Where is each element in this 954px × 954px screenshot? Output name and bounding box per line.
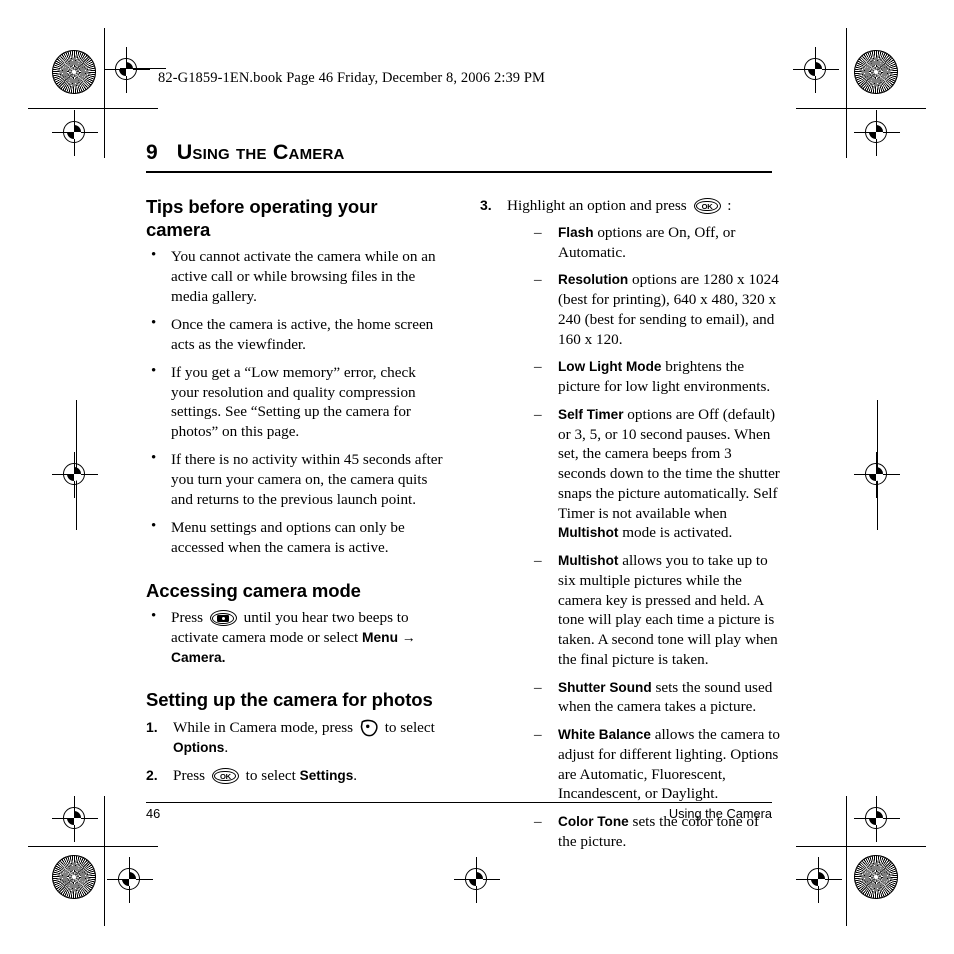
chapter-rule	[146, 171, 772, 174]
chapter-title: Using the Camera	[176, 140, 345, 164]
soft-key-icon	[360, 719, 378, 737]
option-name: Options	[173, 739, 225, 755]
list-item: Shutter Sound sets the sound used when t…	[532, 678, 780, 718]
option-name-inline: Multishot	[558, 525, 619, 541]
chapter-header: 9 Using the Camera	[146, 140, 772, 174]
list-item: Flash options are On, Off, or Automatic.	[532, 223, 780, 263]
ok-key-icon: OK	[693, 198, 721, 214]
manual-page: 82-G1859-1EN.book Page 46 Friday, Decemb…	[0, 0, 954, 954]
step-number: 2.	[146, 767, 158, 783]
file-slug-line: 82-G1859-1EN.book Page 46 Friday, Decemb…	[158, 70, 546, 86]
option-name: Settings	[299, 768, 354, 783]
step-period: .	[224, 738, 229, 756]
option-name: Resolution	[558, 272, 629, 288]
step-text: Highlight an option and press	[507, 197, 687, 214]
list-item: You cannot activate the camera while on …	[146, 246, 446, 306]
step-number: 3.	[480, 197, 492, 213]
list-item: Menu settings and options can only be ac…	[146, 517, 446, 558]
list-item: Multishot allows you to take up to six m…	[532, 551, 780, 670]
tips-bullet-list: You cannot activate the camera while on …	[146, 246, 446, 558]
section-heading-setting-up-camera: Setting up the camera for photos	[146, 689, 433, 711]
list-item: Self Timer options are Off (default) or …	[532, 405, 780, 543]
step-text-cont: to select	[245, 767, 296, 784]
ok-key-icon: OK	[211, 768, 239, 784]
option-name: Flash	[558, 224, 594, 240]
two-column-body: Tips before operating your camera You ca…	[146, 196, 780, 860]
option-name: Low Light Mode	[558, 359, 662, 375]
step-text: While in Camera mode, press	[173, 719, 354, 736]
right-column: 3. Highlight an option and press OK : Fl…	[480, 196, 780, 860]
list-item: Once the camera is active, the home scre…	[146, 314, 446, 355]
press-label: Press	[171, 609, 204, 627]
list-item: Press until you hear two beeps to activa…	[146, 607, 446, 667]
step-number: 1.	[146, 719, 158, 735]
option-name: Shutter Sound	[558, 679, 652, 695]
option-description: options are Off (default) or 3, 5, or 10…	[558, 405, 780, 522]
list-item: 1. While in Camera mode, press to select…	[146, 718, 446, 758]
footer-rule	[146, 802, 772, 804]
page-footer: 46 Using the Camera	[146, 806, 772, 821]
slug-rule	[120, 68, 166, 70]
option-name: White Balance	[558, 727, 651, 742]
left-column: Tips before operating your camera You ca…	[146, 196, 446, 860]
accessing-camera-bullet-list: Press until you hear two beeps to activa…	[146, 607, 446, 667]
step-text: Press	[173, 767, 206, 784]
option-description: allows you to take up to six multiple pi…	[558, 552, 778, 668]
list-item: 2. Press OK to select Settings.	[146, 766, 446, 786]
list-item: 3. Highlight an option and press OK : Fl…	[480, 196, 780, 852]
option-name: Self Timer	[558, 406, 624, 422]
step-colon: :	[727, 197, 732, 214]
list-item: White Balance allows the camera to adjus…	[532, 725, 780, 804]
camera-options-list: Flash options are On, Off, or Automatic.…	[507, 223, 780, 852]
list-item: If there is no activity within 45 second…	[146, 449, 446, 509]
section-heading-tips: Tips before operating your camera	[146, 196, 378, 240]
page-number: 46	[146, 806, 161, 821]
step-text-cont: to select	[384, 719, 435, 736]
chapter-number: 9	[146, 141, 158, 164]
setup-steps-continued: 3. Highlight an option and press OK : Fl…	[480, 196, 780, 852]
setup-steps-list: 1. While in Camera mode, press to select…	[146, 718, 446, 786]
running-head: Using the Camera	[668, 806, 772, 821]
list-item: Low Light Mode brightens the picture for…	[532, 357, 780, 397]
list-item: Resolution options are 1280 x 1024 (best…	[532, 270, 780, 349]
option-name: Multishot	[558, 553, 619, 568]
camera-key-icon	[209, 610, 237, 627]
option-description-cont: mode is activated.	[618, 524, 733, 542]
step-period: .	[353, 767, 358, 784]
section-heading-accessing-camera-mode: Accessing camera mode	[146, 579, 361, 601]
list-item: If you get a “Low memory” error, check y…	[146, 362, 446, 442]
